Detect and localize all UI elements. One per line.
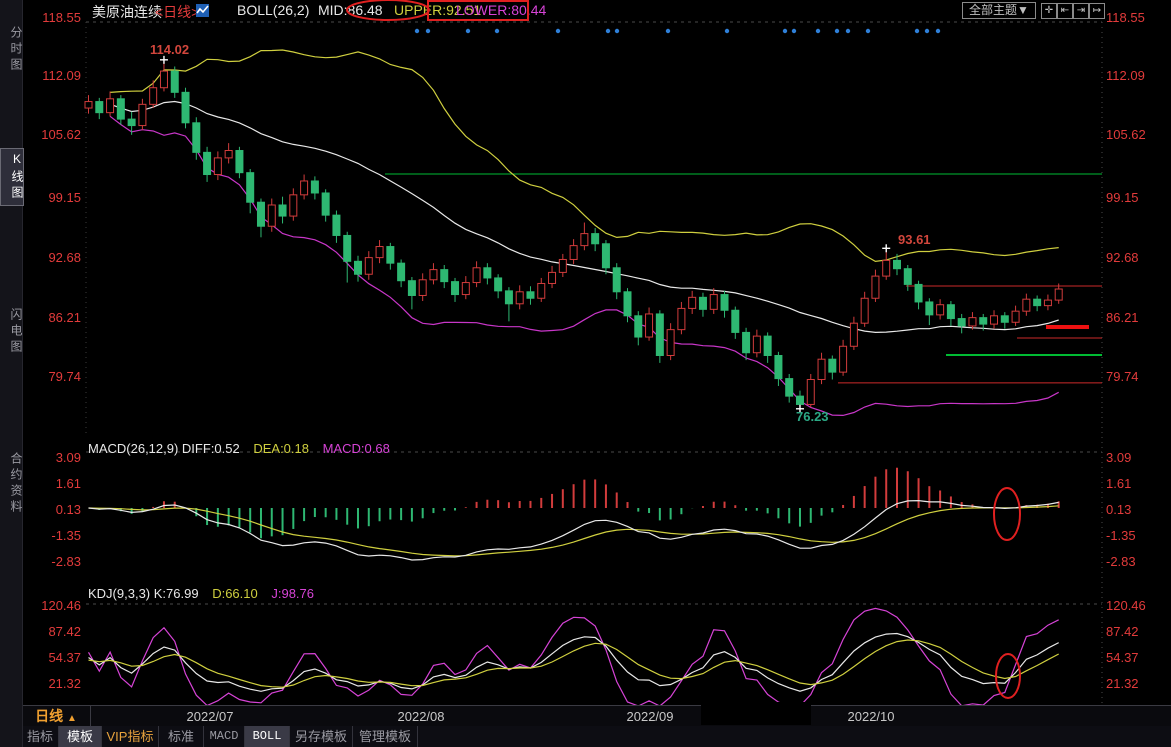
period-tag[interactable]: <日线> — [155, 2, 199, 22]
tab-indicators[interactable]: 指标 — [22, 726, 59, 747]
axis-label: 86.21 — [25, 310, 81, 325]
sketch-annotations — [0, 0, 1171, 747]
axis-label: 1.61 — [25, 476, 81, 491]
macd-name-diff: MACD(26,12,9) DIFF:0.52 — [88, 441, 240, 456]
axis-label: 105.62 — [1106, 127, 1146, 142]
axis-label: 0.13 — [25, 502, 81, 517]
axis-label: 120.46 — [1106, 598, 1146, 613]
kdj-d-value: D:66.10 — [212, 586, 258, 601]
macd-dea-value: DEA:0.18 — [253, 441, 309, 456]
axis-label: 87.42 — [1106, 624, 1139, 639]
axis-label: 54.37 — [1106, 650, 1139, 665]
tab-standard[interactable]: 标准 — [159, 726, 204, 747]
axis-label: -2.83 — [1106, 554, 1136, 569]
left-sidebar: 分时图 K线图 闪电图 合约资料 — [0, 0, 23, 747]
chart-canvas — [0, 0, 1171, 747]
axis-label: 21.32 — [1106, 676, 1139, 691]
axis-label: 3.09 — [1106, 450, 1131, 465]
axis-label: 87.42 — [25, 624, 81, 639]
kdj-j-value: J:98.76 — [271, 586, 314, 601]
date-label: 2022/10 — [848, 709, 895, 724]
axis-label: 86.21 — [1106, 310, 1139, 325]
axis-label: 92.68 — [25, 250, 81, 265]
sidebar-item-flash-chart[interactable]: 闪电图 — [0, 308, 22, 356]
low-price-label: 76.23 — [796, 409, 829, 424]
tab-save-template[interactable]: 另存模板 — [290, 726, 353, 747]
axis-label: 99.15 — [1106, 190, 1139, 205]
axis-label: 120.46 — [25, 598, 81, 613]
chart-application: 分时图 K线图 闪电图 合约资料 美原油连续 <日线> BOLL(26,2) M… — [0, 0, 1171, 747]
axis-label: -2.83 — [25, 554, 81, 569]
axis-label: 92.68 — [1106, 250, 1139, 265]
tab-templates[interactable]: 模板 — [59, 726, 102, 747]
sidebar-item-contract-info[interactable]: 合约资料 — [0, 452, 22, 516]
boll-indicator-label[interactable]: BOLL(26,2) — [237, 2, 309, 18]
axis-label: 1.61 — [1106, 476, 1131, 491]
sidebar-item-time-chart[interactable]: 分时图 — [0, 26, 22, 74]
sidebar-item-kline-chart[interactable]: K线图 — [0, 148, 24, 206]
up-triangle-icon: ▲ — [67, 713, 77, 724]
date-label: 2022/09 — [627, 709, 674, 724]
date-label: 2022/08 — [398, 709, 445, 724]
kdj-name-k: KDJ(9,3,3) K:76.99 — [88, 586, 199, 601]
axis-label: 79.74 — [1106, 369, 1139, 384]
date-axis: 日线 ▲ 2022/07 2022/08 2022/09 2022/10 — [22, 705, 1171, 728]
macd-legend: MACD(26,12,9) DIFF:0.52 DEA:0.18 MACD:0.… — [88, 441, 400, 456]
tab-macd[interactable]: MACD — [204, 726, 245, 747]
axis-label: -1.35 — [1106, 528, 1136, 543]
axis-label: 21.32 — [25, 676, 81, 691]
axis-label: 105.62 — [25, 127, 81, 142]
axis-label: 112.09 — [1106, 68, 1145, 83]
axis-label: -1.35 — [25, 528, 81, 543]
boll-mid-value: MID:86.48 — [318, 2, 383, 18]
swing-high-price-label: 93.61 — [898, 232, 931, 247]
axis-label: 54.37 — [25, 650, 81, 665]
symbol-title: 美原油连续 — [92, 2, 162, 22]
axis-label: 0.13 — [1106, 502, 1131, 517]
date-label: 2022/07 — [187, 709, 234, 724]
chart-header: 美原油连续 <日线> BOLL(26,2) MID:86.48 UPPER:92… — [22, 0, 1171, 22]
period-selector-button[interactable]: 日线 ▲ — [22, 706, 91, 727]
tab-manage-templates[interactable]: 管理模板 — [353, 726, 418, 747]
kdj-legend: KDJ(9,3,3) K:76.99 D:66.10 J:98.76 — [88, 586, 324, 601]
axis-label: 99.15 — [25, 190, 81, 205]
boll-lower-value: LOWER:80.44 — [456, 2, 546, 18]
macd-macd-value: MACD:0.68 — [323, 441, 390, 456]
bottom-tabbar: 指标 模板 VIP指标 标准 MACD BOLL 另存模板 管理模板 — [22, 726, 1171, 747]
tab-boll[interactable]: BOLL — [245, 726, 290, 747]
blackout-box — [701, 702, 811, 725]
axis-label: 3.09 — [25, 450, 81, 465]
peak-price-label: 114.02 — [150, 42, 189, 57]
axis-label: 112.09 — [25, 68, 81, 83]
axis-label: 79.74 — [25, 369, 81, 384]
tab-vip-indicators[interactable]: VIP指标 — [102, 726, 159, 747]
